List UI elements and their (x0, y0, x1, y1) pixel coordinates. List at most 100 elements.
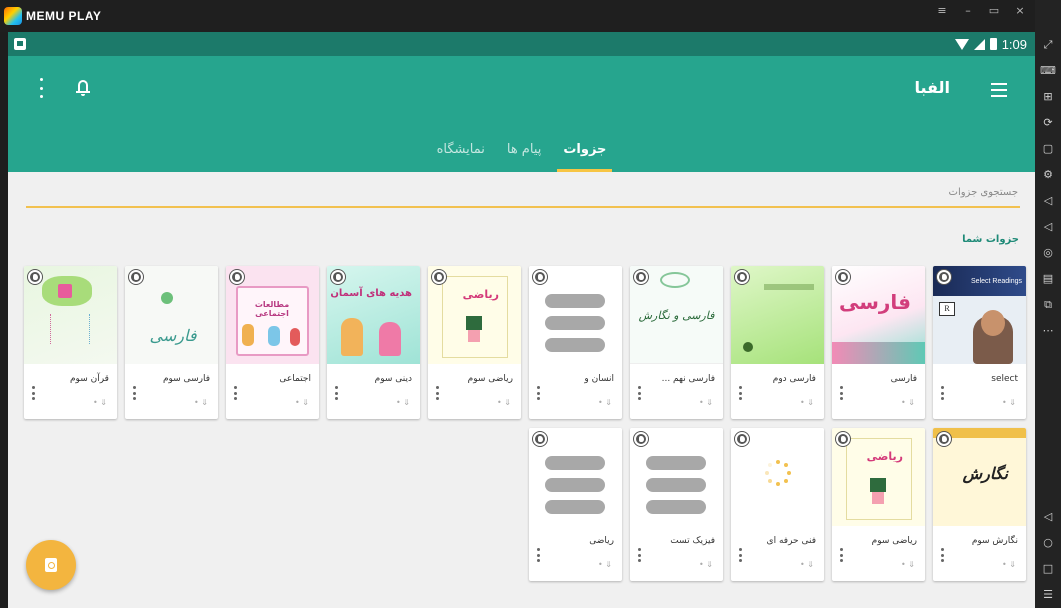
card-menu-icon[interactable] (133, 386, 137, 400)
card-title: قرآن سوم (69, 374, 109, 384)
volume-up-icon[interactable]: ◁ (1040, 193, 1056, 209)
notebook-card[interactable]: فارسی فارسی سوم • ⇓ (125, 266, 218, 419)
android-status-bar: 1:09 (8, 32, 1035, 56)
cover-text: نگارش (962, 464, 1008, 483)
search-input[interactable] (26, 178, 1020, 208)
card-meta: • ⇓ (800, 398, 814, 407)
notebook-card[interactable]: ریاضی • ⇓ (529, 428, 622, 581)
globe-icon (533, 432, 547, 446)
card-title: اجتماعی (279, 374, 311, 384)
card-menu-icon[interactable] (941, 386, 945, 400)
file-share-icon[interactable]: ▤ (1040, 271, 1056, 287)
notebook-card[interactable]: فارسی دوم • ⇓ (731, 266, 824, 419)
screenshot-icon[interactable]: ▢ (1040, 141, 1056, 157)
card-title: فنی حرفه ای (766, 536, 816, 546)
card-menu-icon[interactable] (234, 386, 238, 400)
notebook-card[interactable]: نگارش نگارش سوم • ⇓ (933, 428, 1026, 581)
android-menu-icon[interactable]: ☰ (1040, 587, 1056, 603)
card-title: دینی سوم (374, 374, 412, 384)
card-meta: • ⇓ (1002, 398, 1016, 407)
emulator-title-bar: MEMU PLAY ≡ – ▭ × « (0, 0, 1061, 32)
android-recents-icon[interactable]: □ (1040, 561, 1056, 577)
card-menu-icon[interactable] (537, 548, 541, 562)
card-meta: • ⇓ (194, 398, 208, 407)
battery-icon (989, 38, 997, 50)
emulator-close-button[interactable]: × (1013, 4, 1027, 17)
globe-icon (634, 432, 648, 446)
card-menu-icon[interactable] (638, 386, 642, 400)
globe-icon (735, 270, 749, 284)
card-menu-icon[interactable] (840, 386, 844, 400)
wifi-icon (954, 38, 969, 50)
card-menu-icon[interactable] (840, 548, 844, 562)
apk-install-icon[interactable]: ⊞ (1040, 89, 1056, 105)
cover-text: فارسی (149, 326, 197, 345)
notebook-card[interactable]: فارسی فارسی • ⇓ (832, 266, 925, 419)
card-meta: • ⇓ (497, 398, 511, 407)
card-meta: • ⇓ (295, 398, 309, 407)
notebook-card[interactable]: قرآن سوم • ⇓ (24, 266, 117, 419)
card-meta: • ⇓ (396, 398, 410, 407)
card-menu-icon[interactable] (537, 386, 541, 400)
notebook-card[interactable]: مطالعات اجتماعی اجتماعی • ⇓ (226, 266, 319, 419)
notebook-card[interactable]: ریاضی ریاضی سوم • ⇓ (428, 266, 521, 419)
fullscreen-icon[interactable]: ⤢ (1040, 37, 1056, 53)
tab-jozvat[interactable]: جزوات (557, 140, 613, 172)
notebook-card[interactable]: ریاضی ریاضی سوم • ⇓ (832, 428, 925, 581)
card-menu-icon[interactable] (739, 548, 743, 562)
volume-down-icon[interactable]: ◁ (1040, 219, 1056, 235)
card-title: انسان و (584, 374, 614, 384)
globe-icon (836, 270, 850, 284)
bell-icon[interactable] (76, 78, 90, 96)
overflow-menu-icon[interactable] (38, 78, 44, 98)
notebook-card[interactable]: انسان و • ⇓ (529, 266, 622, 419)
notebook-card[interactable]: فارسی و نگارش فارسی نهم ... • ⇓ (630, 266, 723, 419)
card-meta: • ⇓ (93, 398, 107, 407)
location-icon[interactable]: ◎ (1040, 245, 1056, 261)
scan-fab-button[interactable] (26, 540, 76, 590)
status-time: 1:09 (1001, 36, 1027, 52)
card-title: ریاضی (589, 536, 614, 546)
globe-icon (634, 270, 648, 284)
card-menu-icon[interactable] (436, 386, 440, 400)
hamburger-menu-icon[interactable] (991, 83, 1007, 97)
card-title: ریاضی سوم (467, 374, 513, 384)
app-title: الفبا (914, 78, 950, 97)
notebook-card[interactable]: فیزیک تست • ⇓ (630, 428, 723, 581)
card-title: فیزیک تست (670, 536, 715, 546)
cover-text: ریاضی (866, 450, 903, 463)
globe-icon (432, 270, 446, 284)
emulator-maximize-button[interactable]: ▭ (987, 4, 1001, 17)
keyboard-icon[interactable]: ⌨ (1040, 63, 1056, 79)
loading-spinner-icon (765, 460, 791, 486)
tab-messages[interactable]: پیام ها (501, 140, 548, 172)
card-menu-icon[interactable] (739, 386, 743, 400)
card-title: فارسی (890, 374, 917, 384)
globe-icon (129, 270, 143, 284)
card-meta: • ⇓ (598, 398, 612, 407)
emulator-minimize-button[interactable]: – (961, 4, 975, 17)
more-icon[interactable]: ⋯ (1040, 323, 1056, 339)
card-menu-icon[interactable] (638, 548, 642, 562)
globe-icon (937, 270, 951, 284)
notebook-card[interactable]: هدیه های آسمان دینی سوم • ⇓ (327, 266, 420, 419)
android-back-icon[interactable]: ◁ (1040, 509, 1056, 525)
rotate-icon[interactable]: ⟳ (1040, 115, 1056, 131)
card-menu-icon[interactable] (335, 386, 339, 400)
tab-exhibition[interactable]: نمایشگاه (431, 140, 491, 172)
android-home-icon[interactable]: ○ (1040, 535, 1056, 551)
card-menu-icon[interactable] (941, 548, 945, 562)
card-title: فارسی دوم (772, 374, 816, 384)
globe-icon (937, 432, 951, 446)
card-meta: • ⇓ (598, 560, 612, 569)
settings-icon[interactable]: ⚙ (1040, 167, 1056, 183)
notebook-card[interactable]: Select Readings R select • ⇓ (933, 266, 1026, 419)
card-meta: • ⇓ (1002, 560, 1016, 569)
globe-icon (331, 270, 345, 284)
emulator-menu-button[interactable]: ≡ (935, 4, 949, 17)
multi-window-icon[interactable]: ⧉ (1040, 297, 1056, 313)
notebook-card[interactable]: فنی حرفه ای • ⇓ (731, 428, 824, 581)
card-menu-icon[interactable] (32, 386, 36, 400)
card-meta: • ⇓ (800, 560, 814, 569)
cover-text: Select Readings (971, 278, 1022, 285)
